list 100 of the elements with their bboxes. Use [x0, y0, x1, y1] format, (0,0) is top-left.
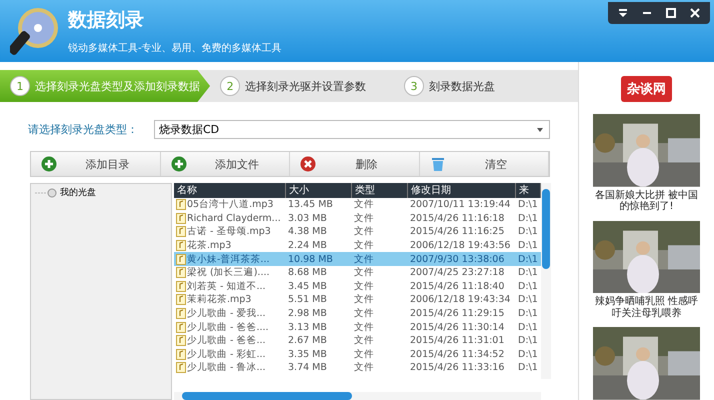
table-cell: D:\1: [518, 322, 538, 333]
file-row[interactable]: 少儿歌曲 - 爱我... 2.98 MB 文件 2015/4/26 11:29:15 D:\1: [174, 306, 541, 320]
table-cell: 2015/4/26 11:16:25: [410, 226, 504, 238]
disc-type-dropdown[interactable]: 烧录数据CD: [154, 120, 550, 139]
toolbar-button[interactable]: 删除: [290, 152, 420, 176]
table-cell: 2007/9/30 13:38:06: [410, 254, 504, 265]
table-cell: 2015/4/26 11:16:18: [410, 212, 504, 224]
step-tab[interactable]: 3 刻录数据光盘: [394, 70, 578, 102]
table-cell: 茉莉花茶.mp3: [187, 293, 252, 306]
file-row[interactable]: 梁祝 (加长三遍).... 8.68 MB 文件 2007/4/25 23:27:18 D:\1: [174, 266, 541, 280]
file-row[interactable]: 刘若英 - 知道不... 3.45 MB 文件 2015/4/26 11:18:40 D:\1: [174, 280, 541, 294]
table-cell: 文件: [354, 225, 374, 238]
file-row[interactable]: 黄小妹-普洱茶茶... 10.98 MB 文件 2007/9/30 13:38:06 D:\1: [174, 252, 541, 266]
table-cell: 2015/4/26 11:18:40: [410, 280, 504, 292]
table-cell: 文件: [354, 361, 374, 374]
table-cell: 少儿歌曲 - 爸爸...: [187, 334, 266, 348]
table-cell: 文件: [354, 252, 374, 266]
table-cell: 2.98 MB: [288, 308, 327, 320]
table-cell: 黄小妹-普洱茶茶...: [187, 252, 270, 266]
music-file-icon: [176, 226, 186, 238]
table-cell: 刘若英 - 知道不...: [187, 280, 266, 293]
table-cell: Richard Clayderm...: [187, 212, 281, 224]
maximize-icon: [666, 8, 676, 18]
table-cell: D:\1: [518, 240, 538, 252]
table-cell: D:\1: [518, 280, 538, 292]
plus-icon: [41, 156, 57, 172]
table-cell: 2006/12/18 19:43:34: [410, 294, 510, 306]
table-cell: 10.98 MB: [288, 254, 333, 265]
table-cell: 少儿歌曲 - 爱我...: [187, 307, 266, 320]
table-cell: 古诺 - 圣母颂.mp3: [187, 225, 271, 238]
toolbar-button[interactable]: 添加文件: [160, 152, 290, 176]
table-cell: 3.03 MB: [288, 212, 327, 224]
table-cell: 少儿歌曲 - 彩虹...: [187, 348, 266, 361]
music-file-icon: [176, 267, 186, 278]
trash-icon: [430, 156, 446, 172]
table-cell: 3.74 MB: [288, 362, 327, 374]
music-file-icon: [176, 199, 186, 210]
toolbar-button[interactable]: 清空: [420, 152, 549, 176]
toolbar-button[interactable]: 添加目录: [31, 152, 160, 176]
horizontal-scrollbar[interactable]: [174, 392, 541, 400]
disc-type-label: 请选择刻录光盘类型：: [28, 122, 139, 137]
table-cell: D:\1: [518, 254, 538, 265]
tree-item[interactable]: 我的光盘: [60, 186, 96, 199]
table-cell: 8.68 MB: [288, 267, 327, 278]
ad-caption[interactable]: 辣妈争晒哺乳照 性感呼吁关注母乳喂养: [590, 296, 702, 320]
column-header[interactable]: 名称: [174, 183, 286, 198]
table-cell: 文件: [354, 293, 374, 306]
column-header[interactable]: 大小: [286, 183, 352, 198]
ad-caption[interactable]: 各国新娘大比拼 被中国的惊艳到了!: [590, 190, 702, 213]
table-cell: 4.38 MB: [288, 226, 327, 238]
file-row[interactable]: 古诺 - 圣母颂.mp3 4.38 MB 文件 2015/4/26 11:16:25 D:\1: [174, 225, 541, 239]
table-cell: 少儿歌曲 - 鲁冰...: [187, 361, 266, 374]
music-file-icon: [176, 212, 186, 224]
table-cell: D:\1: [518, 335, 538, 346]
music-file-icon: [176, 280, 186, 292]
window-title: 数据刻录: [68, 8, 145, 33]
music-file-icon: [176, 254, 186, 265]
music-file-icon: [176, 322, 186, 333]
music-file-icon: [176, 362, 186, 374]
table-cell: 少儿歌曲 - 爸爸....: [187, 320, 269, 334]
table-cell: 文件: [354, 307, 374, 320]
table-cell: 文件: [354, 212, 374, 225]
file-row[interactable]: Richard Clayderm... 3.03 MB 文件 2015/4/26 11:16:18 D:\1: [174, 212, 541, 226]
table-cell: 文件: [354, 334, 374, 348]
table-cell: D:\1: [518, 362, 538, 374]
close-icon: [690, 8, 700, 18]
table-cell: 2.67 MB: [288, 335, 327, 346]
disc-icon: [10, 6, 60, 56]
file-row[interactable]: 少儿歌曲 - 爸爸.... 3.13 MB 文件 2015/4/26 11:30:14 D:\1: [174, 320, 541, 334]
column-header[interactable]: 类型: [352, 183, 408, 198]
file-row[interactable]: 茉莉花茶.mp3 5.51 MB 文件 2006/12/18 19:43:34 D:\1: [174, 293, 541, 307]
file-row[interactable]: 少儿歌曲 - 爸爸... 2.67 MB 文件 2015/4/26 11:31:01 D:\1: [174, 334, 541, 348]
table-cell: 文件: [354, 348, 374, 361]
music-file-icon: [176, 308, 186, 320]
table-cell: 5.51 MB: [288, 294, 327, 306]
table-cell: 梁祝 (加长三遍)....: [187, 266, 270, 280]
table-cell: 3.13 MB: [288, 322, 327, 333]
table-cell: 文件: [354, 320, 374, 334]
step-tab[interactable]: 2 选择刻录光驱并设置参数: [210, 70, 394, 102]
table-cell: 2007/10/11 13:19:44: [410, 199, 510, 210]
table-cell: 3.45 MB: [288, 280, 327, 292]
table-cell: D:\1: [518, 348, 538, 360]
site-logo[interactable]: 杂谈网: [621, 76, 672, 102]
file-row[interactable]: 05台湾十八道.mp3 13.45 MB 文件 2007/10/11 13:19:44 D:\1: [174, 198, 541, 212]
table-cell: 2015/4/26 11:29:15: [410, 308, 504, 320]
window-subtitle: 锐动多媒体工具-专业、易用、免费的多媒体工具: [68, 42, 282, 55]
table-cell: D:\1: [518, 308, 538, 320]
vertical-scrollbar[interactable]: [541, 183, 551, 379]
table-cell: D:\1: [518, 212, 538, 224]
table-cell: 2015/4/26 11:33:16: [410, 362, 504, 374]
table-cell: 2.24 MB: [288, 240, 327, 252]
file-row[interactable]: 花茶.mp3 2.24 MB 文件 2006/12/18 19:43:56 D:\1: [174, 238, 541, 252]
table-cell: 文件: [354, 280, 374, 293]
table-cell: 3.35 MB: [288, 348, 327, 360]
table-cell: D:\1: [518, 267, 538, 278]
file-row[interactable]: 少儿歌曲 - 鲁冰... 3.74 MB 文件 2015/4/26 11:33:16 D:\1: [174, 361, 541, 375]
column-header[interactable]: 修改日期: [408, 183, 516, 198]
table-cell: D:\1: [518, 226, 538, 238]
file-row[interactable]: 少儿歌曲 - 彩虹... 3.35 MB 文件 2015/4/26 11:34:52 D:\1: [174, 348, 541, 362]
table-cell: 2015/4/26 11:34:52: [410, 348, 504, 360]
